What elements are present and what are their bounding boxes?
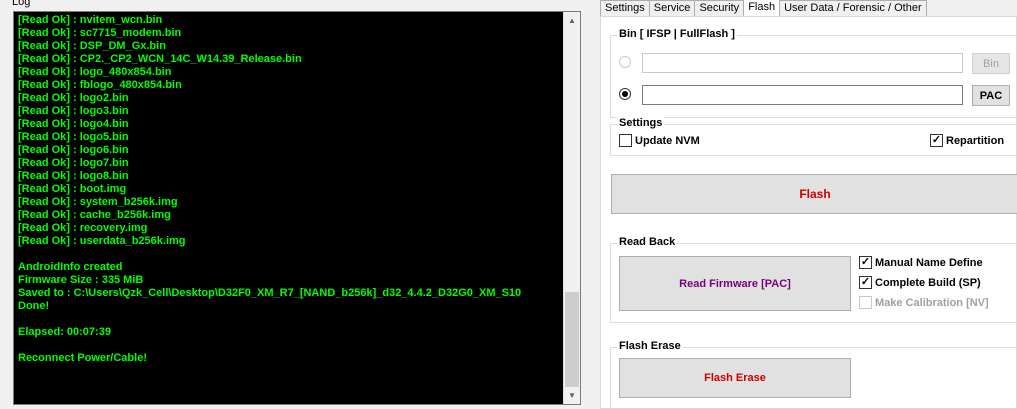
- log-line: [Read Ok] : logo_480x854.bin: [18, 66, 172, 78]
- log-scrollbar[interactable]: ▲ ▼: [563, 12, 580, 404]
- update-nvm-label: Update NVM: [635, 134, 700, 147]
- manual-name-check-icon: ✓: [859, 256, 872, 269]
- complete-build-check-icon: ✓: [859, 276, 872, 289]
- read-firmware-button[interactable]: Read Firmware [PAC]: [619, 256, 851, 311]
- scroll-thumb[interactable]: [565, 292, 579, 387]
- bin-group: Bin [ IFSP | FullFlash ] Bin PAC: [610, 28, 1017, 118]
- make-calibration-checkbox[interactable]: Make Calibration [NV]: [859, 296, 989, 309]
- pac-radio[interactable]: [619, 88, 631, 100]
- flash-tab-page: Bin [ IFSP | FullFlash ] Bin PAC Setting…: [600, 16, 1017, 409]
- log-line: [Read Ok] : logo2.bin: [18, 92, 129, 104]
- log-line: [Read Ok] : recovery.img: [18, 222, 148, 234]
- flash-erase-group: Flash Erase Flash Erase: [610, 340, 1017, 409]
- log-panel: Log [Read Ok] : nvitem_wcn.bin [Read Ok] …: [0, 0, 594, 409]
- log-line: [Read Ok] : logo7.bin: [18, 157, 129, 169]
- log-output[interactable]: [Read Ok] : nvitem_wcn.bin [Read Ok] : sc…: [13, 11, 581, 405]
- log-line: [Read Ok] : fblogo_480x854.bin: [18, 79, 182, 91]
- log-line: [Read Ok] : logo8.bin: [18, 170, 129, 182]
- bin-radio[interactable]: [619, 56, 631, 68]
- flash-erase-group-label: Flash Erase: [617, 340, 683, 352]
- log-line: [Read Ok] : userdata_b256k.img: [18, 235, 186, 247]
- repartition-checkbox[interactable]: ✓ Repartition: [930, 134, 1004, 147]
- bin-path-input[interactable]: [642, 53, 963, 73]
- log-line: [Read Ok] : logo4.bin: [18, 118, 129, 130]
- log-line: [Read Ok] : logo6.bin: [18, 144, 129, 156]
- flash-erase-button[interactable]: Flash Erase: [619, 358, 851, 398]
- manual-name-checkbox[interactable]: ✓ Manual Name Define: [859, 256, 983, 269]
- log-line: [Read Ok] : CP2._CP2_WCN_14C_W14.39_Rele…: [18, 53, 302, 65]
- log-line: [Read Ok] : cache_b256k.img: [18, 209, 171, 221]
- log-line: [Read Ok] : system_b256k.img: [18, 196, 178, 208]
- tab-security[interactable]: Security: [694, 0, 745, 16]
- tab-settings[interactable]: Settings: [600, 0, 650, 16]
- read-back-group: Read Back Read Firmware [PAC] ✓ Manual N…: [610, 236, 1017, 323]
- flash-button[interactable]: Flash: [611, 174, 1017, 214]
- right-panel: Settings Service Security Flash User Dat…: [596, 0, 1017, 409]
- log-line: Firmware Size : 335 MiB: [18, 274, 144, 286]
- log-title: Log: [10, 0, 33, 8]
- log-line: [Read Ok] : boot.img: [18, 183, 127, 195]
- tab-service[interactable]: Service: [648, 0, 696, 16]
- bin-button[interactable]: Bin: [972, 53, 1010, 74]
- log-line: Done!: [18, 300, 50, 312]
- log-line: [Read Ok] : logo5.bin: [18, 131, 129, 143]
- log-line: AndroidInfo created: [18, 261, 123, 273]
- settings-group: Settings Update NVM ✓ Repartition: [610, 117, 1017, 156]
- make-calibration-label: Make Calibration [NV]: [875, 296, 989, 309]
- tab-user-data-forensic-other[interactable]: User Data / Forensic / Other: [779, 0, 927, 16]
- bin-group-label: Bin [ IFSP | FullFlash ]: [617, 28, 737, 40]
- complete-build-checkbox[interactable]: ✓ Complete Build (SP): [859, 276, 981, 289]
- update-nvm-checkbox[interactable]: Update NVM: [619, 134, 700, 147]
- repartition-label: Repartition: [946, 134, 1005, 147]
- log-text: [Read Ok] : nvitem_wcn.bin [Read Ok] : sc…: [18, 14, 563, 365]
- repartition-check-icon: ✓: [930, 134, 943, 147]
- log-line: Reconnect Power/Cable!: [18, 352, 147, 364]
- read-back-group-label: Read Back: [617, 236, 678, 248]
- manual-name-label: Manual Name Define: [875, 256, 983, 269]
- log-line: [Read Ok] : logo3.bin: [18, 105, 129, 117]
- tab-flash[interactable]: Flash: [743, 0, 781, 16]
- log-line: [Read Ok] : DSP_DM_Gx.bin: [18, 40, 166, 52]
- log-line: Saved to : C:\Users\Qzk_Cell\Desktop\D32…: [18, 287, 522, 299]
- complete-build-label: Complete Build (SP): [875, 276, 981, 289]
- pac-button[interactable]: PAC: [972, 85, 1010, 106]
- tab-strip: Settings Service Security Flash User Dat…: [600, 0, 927, 16]
- log-line: [Read Ok] : nvitem_wcn.bin: [18, 14, 163, 26]
- log-line: [Read Ok] : sc7715_modem.bin: [18, 27, 182, 39]
- update-nvm-box: [619, 134, 632, 147]
- make-calibration-box: [859, 296, 872, 309]
- scroll-up-icon[interactable]: ▲: [564, 12, 580, 29]
- settings-group-label: Settings: [617, 117, 665, 129]
- scroll-down-icon[interactable]: ▼: [564, 387, 580, 404]
- log-line: Elapsed: 00:07:39: [18, 326, 111, 338]
- pac-path-input[interactable]: [642, 85, 963, 105]
